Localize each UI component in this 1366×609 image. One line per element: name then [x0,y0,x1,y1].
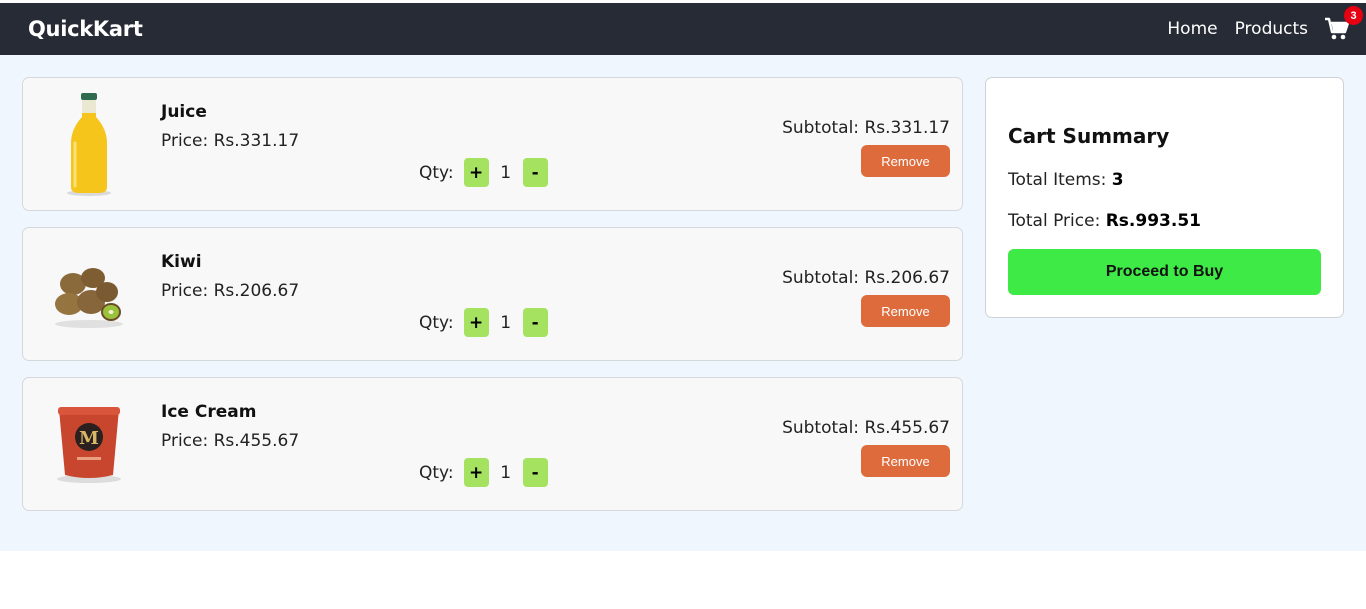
qty-label: Qty: [419,312,454,333]
item-price: Price: Rs.331.17 [161,131,300,151]
cart-item: M Ice Cream Price: Rs.455.67 Qty: + 1 - … [22,377,963,511]
cart-item: Kiwi Price: Rs.206.67 Qty: + 1 - Subtota… [22,227,963,361]
total-items-line: Total Items: 3 [1008,170,1124,190]
cart-items-list: Juice Price: Rs.331.17 Qty: + 1 - Subtot… [22,77,963,551]
nav-link-home[interactable]: Home [1167,19,1217,39]
item-subtotal: Subtotal: Rs.331.17 [782,118,950,138]
decrease-qty-button[interactable]: - [522,458,548,487]
item-name: Kiwi [161,252,202,272]
kiwi-fruit-image [43,238,135,350]
navbar: QuickKart Home Products 3 [0,3,1366,55]
remove-button[interactable]: Remove [861,295,950,327]
proceed-to-buy-button[interactable]: Proceed to Buy [1008,249,1321,295]
main-content: Juice Price: Rs.331.17 Qty: + 1 - Subtot… [0,55,1366,551]
qty-value: 1 [500,312,512,333]
item-name: Juice [161,102,207,122]
item-price: Price: Rs.206.67 [161,281,300,301]
increase-qty-button[interactable]: + [463,458,489,487]
summary-title: Cart Summary [1008,124,1170,148]
qty-label: Qty: [419,162,454,183]
total-items-label: Total Items: [1008,170,1112,190]
qty-value: 1 [500,462,512,483]
item-subtotal: Subtotal: Rs.206.67 [782,268,950,288]
ice-cream-tub-image: M [43,388,135,500]
increase-qty-button[interactable]: + [463,158,489,187]
decrease-qty-button[interactable]: - [522,308,548,337]
quantity-stepper: Qty: + 1 - [419,458,548,487]
juice-bottle-image [43,88,135,200]
increase-qty-button[interactable]: + [463,308,489,337]
qty-label: Qty: [419,462,454,483]
cart-count-badge: 3 [1344,6,1363,25]
qty-value: 1 [500,162,512,183]
remove-button[interactable]: Remove [861,445,950,477]
brand-logo[interactable]: QuickKart [28,17,143,41]
cart-item: Juice Price: Rs.331.17 Qty: + 1 - Subtot… [22,77,963,211]
total-price-value: Rs.993.51 [1105,211,1201,231]
remove-button[interactable]: Remove [861,145,950,177]
total-price-line: Total Price: Rs.993.51 [1008,211,1201,231]
item-name: Ice Cream [161,402,257,422]
total-price-label: Total Price: [1008,211,1106,231]
nav-link-products[interactable]: Products [1235,19,1308,39]
quantity-stepper: Qty: + 1 - [419,308,548,337]
decrease-qty-button[interactable]: - [522,158,548,187]
svg-text:M: M [79,428,99,449]
item-subtotal: Subtotal: Rs.455.67 [782,418,950,438]
cart-summary-panel: Cart Summary Total Items: 3 Total Price:… [985,77,1344,318]
quantity-stepper: Qty: + 1 - [419,158,548,187]
total-items-value: 3 [1111,170,1124,190]
cart-button[interactable]: 3 [1324,6,1363,42]
item-price: Price: Rs.455.67 [161,431,300,451]
